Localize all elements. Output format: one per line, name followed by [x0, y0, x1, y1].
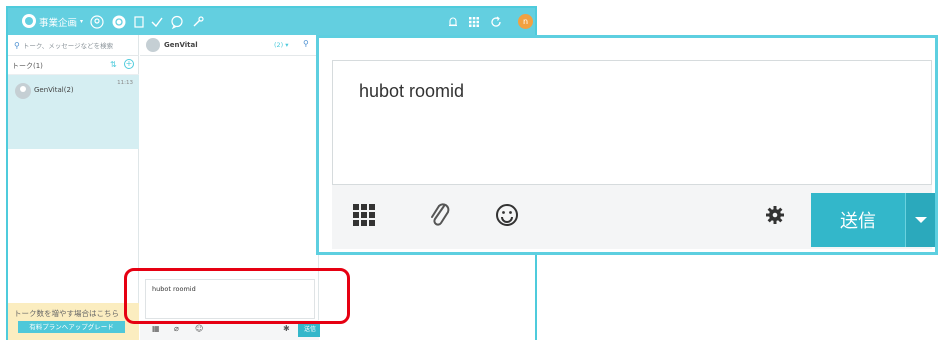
- talk-list-panel: ⚲ トーク、メッセージなどを検索 トーク(1) ⇅ + GenVital(2) …: [8, 35, 139, 340]
- highlight-box: [124, 268, 350, 324]
- chat-bubble-icon: [112, 15, 126, 29]
- speech-bubble-icon: [170, 15, 184, 29]
- contacts-nav[interactable]: [90, 8, 104, 35]
- send-options-dropdown[interactable]: [905, 193, 935, 247]
- send-label: 送信: [840, 211, 876, 232]
- note-nav[interactable]: [132, 8, 146, 35]
- chat-header: GenVital (2) ▾ ⚲: [140, 35, 319, 56]
- talk-name: GenVital(2): [34, 86, 74, 94]
- reload-button[interactable]: [489, 8, 503, 35]
- top-bar: 事業企画 ▾ n: [8, 8, 535, 35]
- group-avatar: [15, 83, 31, 99]
- note-icon: [132, 15, 146, 29]
- send-button[interactable]: 送信: [811, 193, 905, 247]
- search-icon: ⚲: [14, 40, 20, 50]
- org-name-label: 事業企画: [39, 17, 78, 29]
- talk-count-label: トーク(1): [12, 61, 43, 70]
- tools-nav[interactable]: [191, 8, 205, 35]
- chat-avatar: [146, 38, 160, 52]
- chevron-down-icon: ▾: [80, 18, 84, 25]
- user-avatar[interactable]: n: [518, 14, 533, 29]
- talk-nav[interactable]: [112, 8, 126, 35]
- talk-list-header: トーク(1): [8, 57, 139, 75]
- talk-time: 11:13: [117, 80, 133, 86]
- task-nav[interactable]: [150, 8, 164, 35]
- stamp-icon[interactable]: [353, 204, 375, 226]
- timeline-nav[interactable]: [170, 8, 184, 35]
- checkmark-icon: [150, 15, 164, 29]
- apps-button[interactable]: [467, 8, 481, 35]
- zoomed-message-draft: hubot roomid: [359, 81, 465, 101]
- chat-search-icon[interactable]: ⚲: [303, 39, 309, 48]
- sort-arrows-icon[interactable]: ⇅: [110, 60, 117, 69]
- notifications-button[interactable]: [446, 8, 460, 35]
- grid-icon: [467, 15, 481, 29]
- zoomed-compose-toolbar: 送信: [332, 185, 935, 249]
- upgrade-banner: トーク数を増やす場合はこちら 有料プランへアップグレード: [8, 303, 139, 340]
- stamp-icon[interactable]: ▦: [152, 324, 160, 333]
- add-talk-icon[interactable]: +: [124, 59, 134, 69]
- refresh-icon: [489, 15, 503, 29]
- talk-list-item[interactable]: GenVital(2) 11:13: [8, 75, 139, 149]
- zoomed-message-input[interactable]: hubot roomid: [332, 60, 932, 185]
- paperclip-icon[interactable]: [427, 200, 453, 230]
- member-count-button[interactable]: (2) ▾: [274, 41, 289, 49]
- send-label-small: 送信: [304, 326, 317, 333]
- zoomed-compose-area: hubot roomid 送信: [316, 35, 938, 255]
- member-count: (2): [274, 41, 284, 49]
- upgrade-button[interactable]: 有料プランへアップグレード: [18, 321, 125, 333]
- wrench-icon: [191, 15, 205, 29]
- paperclip-icon[interactable]: ⌀: [174, 324, 179, 333]
- org-switcher[interactable]: 事業企画 ▾: [39, 8, 83, 35]
- talk-search-input[interactable]: ⚲ トーク、メッセージなどを検索: [8, 35, 139, 56]
- settings-icon[interactable]: ✱: [283, 324, 290, 333]
- upgrade-notice: トーク数を増やす場合はこちら: [14, 309, 119, 318]
- bell-icon: [446, 15, 460, 29]
- talk-search-placeholder: トーク、メッセージなどを検索: [22, 42, 114, 50]
- emoji-icon[interactable]: ☺: [195, 324, 203, 333]
- chat-title: GenVital: [164, 41, 198, 49]
- org-logo-icon: [22, 14, 36, 28]
- emoji-icon[interactable]: [495, 203, 519, 227]
- gear-icon[interactable]: [765, 205, 785, 225]
- person-circle-icon: [90, 14, 104, 29]
